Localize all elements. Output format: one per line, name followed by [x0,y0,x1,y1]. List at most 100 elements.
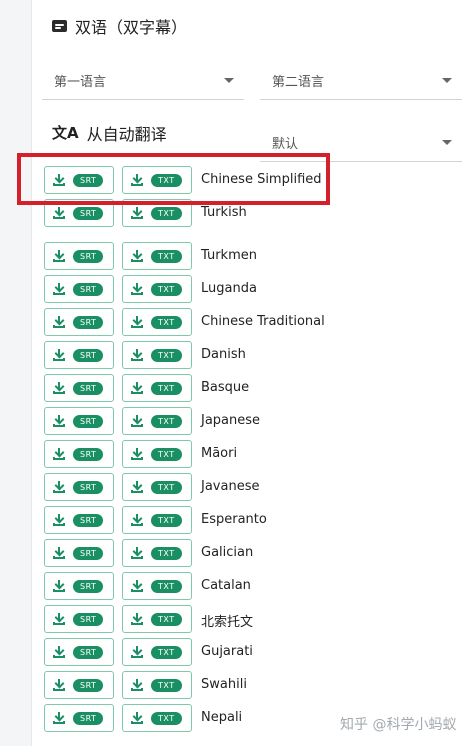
language-name: Basque [201,380,250,395]
download-icon [131,316,143,328]
download-icon [131,250,143,262]
srt-badge: SRT [73,579,104,593]
download-srt-button[interactable]: SRT [44,308,114,336]
auto-translate-selected: 默认 [272,137,299,152]
download-txt-button[interactable]: TXT [122,199,192,227]
txt-badge: TXT [151,173,182,187]
language-name: Gujarati [201,644,253,659]
language-name: Esperanto [201,512,267,527]
txt-badge: TXT [151,249,182,263]
download-txt-button[interactable]: TXT [122,275,192,303]
download-txt-button[interactable]: TXT [122,473,192,501]
language-name: Catalan [201,578,251,593]
download-srt-button[interactable]: SRT [44,539,114,567]
auto-translate-section-header: 文A 从自动翻译 [52,121,167,145]
download-srt-button[interactable]: SRT [44,275,114,303]
download-txt-button[interactable]: TXT [122,440,192,468]
download-srt-button[interactable]: SRT [44,242,114,270]
download-icon [131,207,143,219]
download-txt-button[interactable]: TXT [122,704,192,732]
first-language-select[interactable]: 第一语言 [42,62,244,100]
download-srt-button[interactable]: SRT [44,374,114,402]
download-icon [131,646,143,658]
srt-badge: SRT [73,381,104,395]
download-txt-button[interactable]: TXT [122,539,192,567]
download-srt-button[interactable]: SRT [44,506,114,534]
download-icon [53,174,65,186]
download-txt-button[interactable]: TXT [122,166,192,194]
srt-badge: SRT [73,173,104,187]
download-txt-button[interactable]: TXT [122,572,192,600]
download-icon [53,250,65,262]
download-txt-button[interactable]: TXT [122,407,192,435]
download-srt-button[interactable]: SRT [44,166,114,194]
download-icon [131,514,143,526]
chevron-down-icon [442,78,452,83]
second-language-label: 第二语言 [272,75,325,90]
srt-badge: SRT [73,513,104,527]
download-srt-button[interactable]: SRT [44,199,114,227]
txt-badge: TXT [151,381,182,395]
watermark: 知乎 @科学小蚂蚁 [340,714,456,734]
download-srt-button[interactable]: SRT [44,473,114,501]
download-srt-button[interactable]: SRT [44,440,114,468]
language-name: Māori [201,446,238,461]
download-srt-button[interactable]: SRT [44,572,114,600]
bilingual-section-header: 双语（双字幕） [52,14,187,38]
watermark-text: 知乎 @科学小蚂蚁 [340,717,457,733]
download-txt-button[interactable]: TXT [122,341,192,369]
download-txt-button[interactable]: TXT [122,308,192,336]
download-txt-button[interactable]: TXT [122,242,192,270]
download-srt-button[interactable]: SRT [44,341,114,369]
txt-badge: TXT [151,645,182,659]
download-icon [131,174,143,186]
language-name: Javanese [201,479,260,494]
download-icon [131,283,143,295]
download-icon [53,448,65,460]
download-srt-button[interactable]: SRT [44,605,114,633]
txt-badge: TXT [151,206,182,220]
download-icon [131,448,143,460]
chevron-down-icon [224,78,234,83]
txt-badge: TXT [151,546,182,560]
download-icon [53,283,65,295]
language-name: Chinese Traditional [201,314,325,329]
download-srt-button[interactable]: SRT [44,638,114,666]
download-srt-button[interactable]: SRT [44,671,114,699]
download-txt-button[interactable]: TXT [122,506,192,534]
download-txt-button[interactable]: TXT [122,638,192,666]
first-language-label: 第一语言 [54,75,107,90]
download-icon [131,415,143,427]
txt-badge: TXT [151,513,182,527]
language-name: Chinese Simplified [201,172,322,187]
language-name: 北索托文 [201,615,254,630]
language-name: Turkish [201,205,247,220]
auto-translate-select[interactable]: 默认 [260,124,462,162]
download-icon [131,382,143,394]
download-icon [131,580,143,592]
download-icon [53,613,65,625]
download-icon [53,316,65,328]
srt-badge: SRT [73,414,104,428]
subtitles-icon [52,20,67,32]
download-txt-button[interactable]: TXT [122,374,192,402]
download-txt-button[interactable]: TXT [122,605,192,633]
srt-badge: SRT [73,480,104,494]
download-srt-button[interactable]: SRT [44,407,114,435]
download-icon [53,207,65,219]
txt-badge: TXT [151,480,182,494]
language-name: Japanese [201,413,261,428]
download-icon [53,712,65,724]
txt-badge: TXT [151,678,182,692]
download-srt-button[interactable]: SRT [44,704,114,732]
download-txt-button[interactable]: TXT [122,671,192,699]
srt-badge: SRT [73,348,104,362]
language-name: Danish [201,347,246,362]
srt-badge: SRT [73,206,104,220]
txt-badge: TXT [151,711,182,725]
download-icon [53,415,65,427]
download-icon [53,481,65,493]
second-language-select[interactable]: 第二语言 [260,62,462,100]
download-icon [131,349,143,361]
download-icon [131,679,143,691]
